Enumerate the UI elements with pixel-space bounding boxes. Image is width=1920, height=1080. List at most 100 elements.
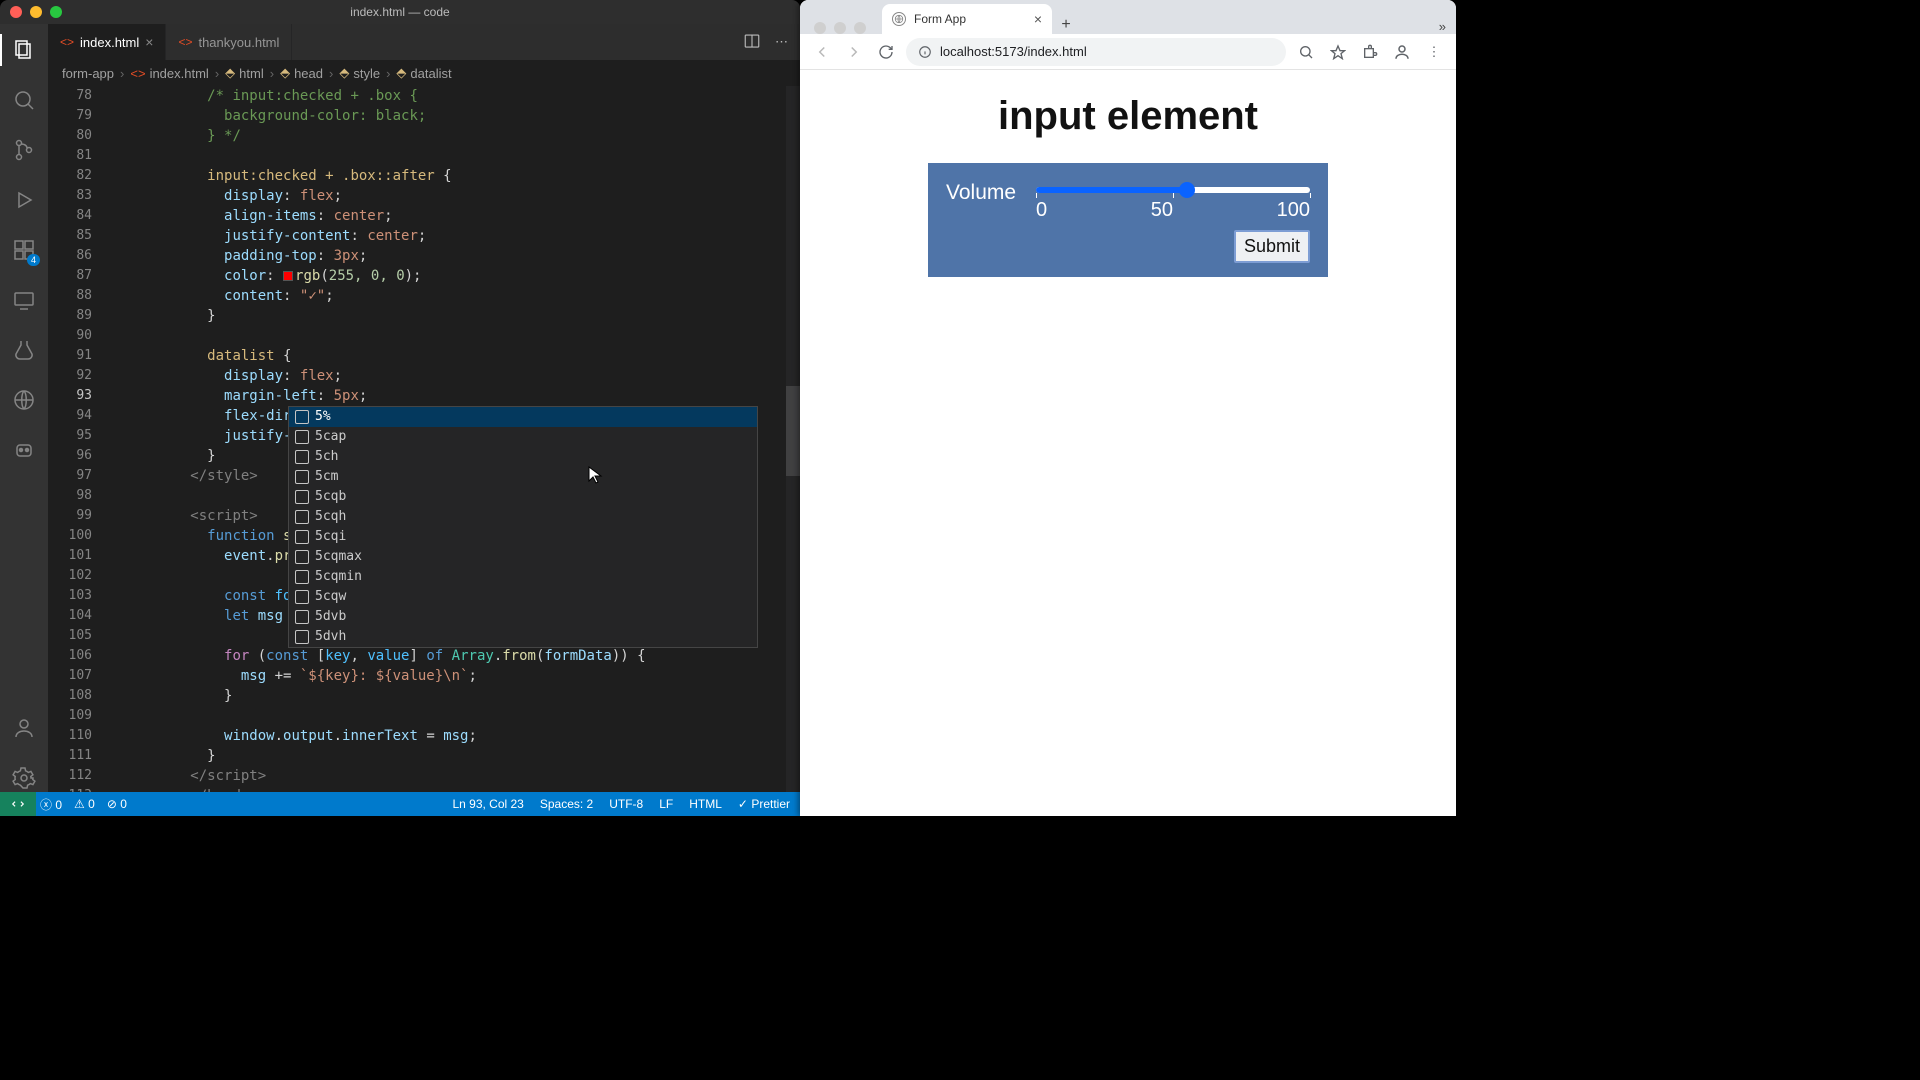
suggest-item[interactable]: 5% — [289, 407, 757, 427]
traffic-lights[interactable] — [808, 12, 876, 34]
status-warnings[interactable]: ⚠ 0 — [74, 797, 95, 811]
forward-button[interactable] — [842, 40, 866, 64]
close-window-icon[interactable] — [10, 6, 22, 18]
tab-thankyou-html[interactable]: <> thankyou.html — [166, 24, 292, 60]
minimap-viewport[interactable] — [786, 386, 800, 476]
source-control-icon[interactable] — [10, 136, 38, 164]
chrome-tabstrip: Form App × + » — [800, 0, 1456, 34]
zoom-window-icon[interactable] — [854, 22, 866, 34]
expand-tabs-icon[interactable]: » — [1429, 19, 1456, 34]
volume-label: Volume — [946, 181, 1016, 205]
back-button[interactable] — [810, 40, 834, 64]
vscode-titlebar: index.html — code — [0, 0, 800, 24]
status-language[interactable]: HTML — [689, 797, 722, 811]
reload-button[interactable] — [874, 40, 898, 64]
unit-icon — [295, 630, 309, 644]
breadcrumb[interactable]: form-app› <> index.html› ⬘ html› ⬘ head›… — [48, 60, 800, 86]
status-cursor-pos[interactable]: Ln 93, Col 23 — [452, 797, 523, 811]
suggest-item[interactable]: 5dvb — [289, 607, 757, 627]
breadcrumb-item[interactable]: head — [294, 66, 323, 81]
tab-index-html[interactable]: <> index.html × — [48, 24, 166, 60]
suggest-item[interactable]: 5cqh — [289, 507, 757, 527]
split-editor-icon[interactable] — [743, 32, 761, 53]
account-icon[interactable] — [10, 714, 38, 742]
search-icon[interactable] — [10, 86, 38, 114]
activity-bar: 4 — [0, 24, 48, 792]
live-share-icon[interactable] — [10, 386, 38, 414]
close-tab-icon[interactable]: × — [1034, 11, 1042, 27]
chevron-right-icon: › — [215, 66, 219, 81]
minimize-window-icon[interactable] — [834, 22, 846, 34]
more-actions-icon[interactable]: ⋯ — [775, 34, 788, 50]
breadcrumb-item[interactable]: html — [239, 66, 264, 81]
html-file-icon: <> — [178, 35, 192, 49]
chrome-menu-icon[interactable]: ⋮ — [1422, 40, 1446, 64]
new-tab-button[interactable]: + — [1052, 16, 1080, 34]
run-debug-icon[interactable] — [10, 186, 38, 214]
status-errors[interactable]: ⓧ 0 — [40, 796, 62, 813]
suggest-item[interactable]: 5ch — [289, 447, 757, 467]
bookmark-star-icon[interactable] — [1326, 40, 1350, 64]
suggest-item[interactable]: 5cqmin — [289, 567, 757, 587]
unit-icon — [295, 610, 309, 624]
suggest-item[interactable]: 5dvh — [289, 627, 757, 647]
status-encoding[interactable]: UTF-8 — [609, 797, 643, 811]
minimize-window-icon[interactable] — [30, 6, 42, 18]
status-indent[interactable]: Spaces: 2 — [540, 797, 593, 811]
unit-icon — [295, 530, 309, 544]
tick-label: 100 — [1277, 199, 1310, 222]
html-file-icon: <> — [130, 66, 145, 81]
slider-tick-labels: 0 50 100 — [1036, 199, 1310, 222]
breadcrumb-item[interactable]: datalist — [410, 66, 451, 81]
status-eol[interactable]: LF — [659, 797, 673, 811]
copilot-icon[interactable] — [10, 436, 38, 464]
zoom-icon[interactable] — [1294, 40, 1318, 64]
explorer-icon[interactable] — [10, 36, 38, 64]
code-editor[interactable]: 7879808182838485868788899091929394959697… — [48, 86, 800, 792]
html-file-icon: <> — [60, 35, 74, 49]
tick-label: 50 — [1151, 199, 1173, 222]
status-port[interactable]: ⊘ 0 — [107, 797, 127, 811]
symbol-icon: ⬘ — [225, 65, 235, 81]
slider-thumb[interactable] — [1179, 182, 1195, 198]
suggest-item[interactable]: 5cqb — [289, 487, 757, 507]
vscode-window: index.html — code 4 — [0, 0, 800, 816]
suggest-item[interactable]: 5cm — [289, 467, 757, 487]
zoom-window-icon[interactable] — [50, 6, 62, 18]
browser-tab-title: Form App — [914, 12, 966, 26]
close-window-icon[interactable] — [814, 22, 826, 34]
breadcrumb-item[interactable]: index.html — [150, 66, 209, 81]
breadcrumb-item[interactable]: style — [353, 66, 380, 81]
suggest-item[interactable]: 5cap — [289, 427, 757, 447]
profile-avatar-icon[interactable] — [1390, 40, 1414, 64]
traffic-lights[interactable] — [10, 6, 62, 18]
settings-gear-icon[interactable] — [10, 764, 38, 792]
line-gutter: 7879808182838485868788899091929394959697… — [48, 86, 106, 792]
page-content: input element Volume 0 50 100 — [800, 70, 1456, 816]
chevron-right-icon: › — [120, 66, 124, 81]
status-prettier[interactable]: ✓ Prettier — [738, 797, 790, 811]
close-tab-icon[interactable]: × — [145, 34, 153, 50]
submit-button[interactable]: Submit — [1234, 230, 1310, 263]
extensions-puzzle-icon[interactable] — [1358, 40, 1382, 64]
browser-tab[interactable]: Form App × — [882, 4, 1052, 34]
extensions-icon[interactable]: 4 — [10, 236, 38, 264]
unit-icon — [295, 510, 309, 524]
minimap[interactable] — [786, 86, 800, 792]
symbol-icon: ⬘ — [396, 65, 406, 81]
unit-icon — [295, 570, 309, 584]
tick-label: 0 — [1036, 199, 1047, 222]
remote-explorer-icon[interactable] — [10, 286, 38, 314]
breadcrumb-item[interactable]: form-app — [62, 66, 114, 81]
slider-tick — [1173, 193, 1174, 198]
volume-slider[interactable] — [1036, 187, 1310, 193]
suggest-item[interactable]: 5cqmax — [289, 547, 757, 567]
unit-icon — [295, 550, 309, 564]
url-bar[interactable]: localhost:5173/index.html — [906, 38, 1286, 66]
remote-indicator[interactable] — [0, 792, 36, 816]
suggest-item[interactable]: 5cqw — [289, 587, 757, 607]
vscode-main: 4 <> — [0, 24, 800, 792]
testing-icon[interactable] — [10, 336, 38, 364]
suggest-widget[interactable]: 5%5cap5ch5cm5cqb5cqh5cqi5cqmax5cqmin5cqw… — [288, 406, 758, 648]
suggest-item[interactable]: 5cqi — [289, 527, 757, 547]
